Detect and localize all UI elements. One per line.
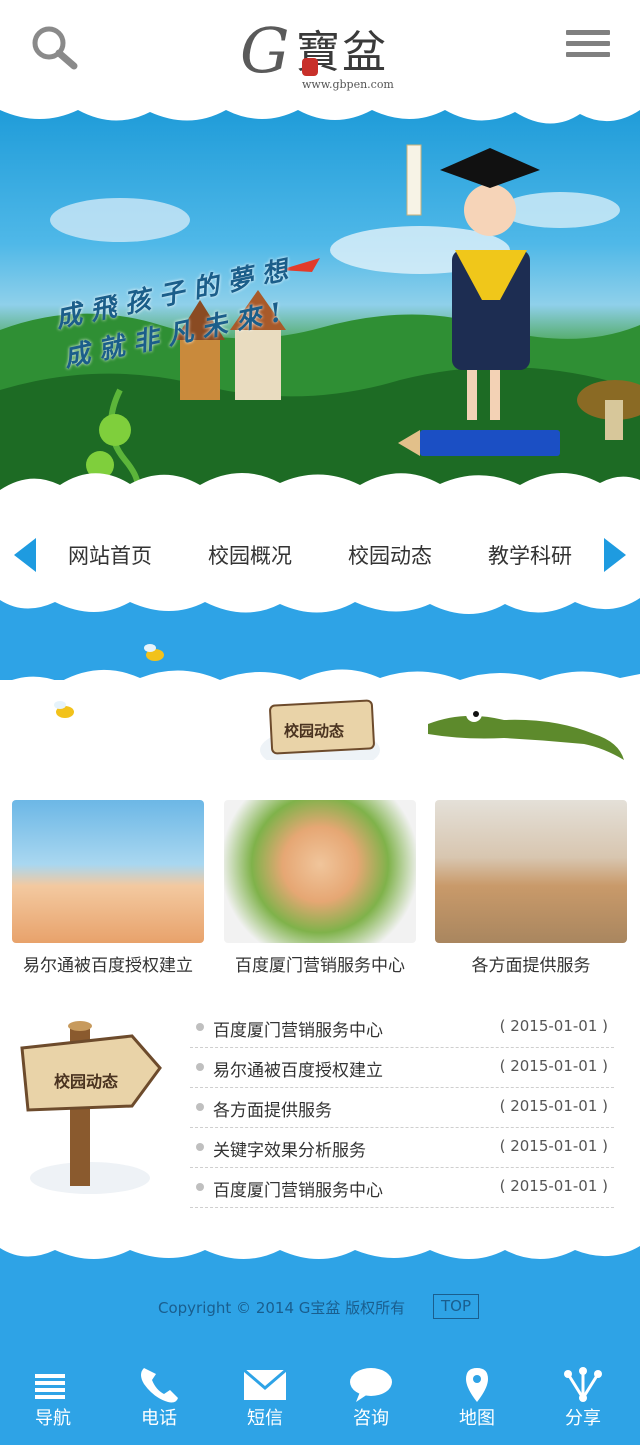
- search-icon: [32, 26, 78, 70]
- bullet-icon: [196, 1183, 204, 1191]
- bottom-item-label: 咨询: [353, 1408, 389, 1429]
- bullet-icon: [196, 1103, 204, 1111]
- bottom-item-share[interactable]: 分享: [530, 1360, 636, 1445]
- news-title: 百度厦门营销服务中心: [213, 1021, 383, 1041]
- logo-url: www.gbpen.com: [302, 78, 394, 91]
- news-item[interactable]: 关键字效果分析服务 ( 2015-01-01 ): [190, 1128, 614, 1168]
- bullet-icon: [196, 1143, 204, 1151]
- crocodile-icon: [428, 706, 624, 760]
- bullet-icon: [196, 1023, 204, 1031]
- news-item[interactable]: 百度厦门营销服务中心 ( 2015-01-01 ): [190, 1008, 614, 1048]
- nav-item-home[interactable]: 网站首页: [68, 540, 152, 570]
- nav-next-arrow-icon[interactable]: [604, 538, 626, 572]
- photo-card[interactable]: 百度厦门营销服务中心: [224, 800, 416, 976]
- section-sign-label: 校园动态: [284, 722, 345, 740]
- card-photo: [12, 800, 204, 943]
- photo-card[interactable]: 各方面提供服务: [435, 800, 627, 976]
- bee-icon: [54, 701, 74, 718]
- card-caption: 百度厦门营销服务中心: [235, 956, 405, 976]
- signpost-icon: [20, 1021, 162, 1194]
- news-date: ( 2015-01-01 ): [499, 1137, 608, 1155]
- nav-item-overview[interactable]: 校园概况: [208, 540, 292, 570]
- bottom-item-phone[interactable]: 电话: [106, 1360, 212, 1445]
- news-date: ( 2015-01-01 ): [499, 1177, 608, 1195]
- map-pin-icon: [466, 1368, 488, 1402]
- news-item[interactable]: 易尔通被百度授权建立 ( 2015-01-01 ): [190, 1048, 614, 1088]
- news-list: 百度厦门营销服务中心 ( 2015-01-01 ) 易尔通被百度授权建立 ( 2…: [190, 1008, 614, 1208]
- back-to-top-button[interactable]: TOP: [433, 1294, 479, 1319]
- bottom-item-sms[interactable]: 短信: [212, 1360, 318, 1445]
- bottom-item-label: 地图: [459, 1408, 495, 1429]
- bottom-item-label: 分享: [565, 1408, 601, 1429]
- section-sign: 校园动态: [268, 699, 378, 768]
- card-photo: [435, 800, 627, 943]
- logo-seal-icon: [302, 58, 318, 76]
- phone-icon: [141, 1368, 178, 1403]
- hamburger-icon: [566, 30, 610, 35]
- nav-item-research[interactable]: 教学科研: [488, 540, 572, 570]
- bullet-icon: [196, 1063, 204, 1071]
- logo-mark: G: [240, 14, 290, 87]
- bottom-item-label: 电话: [141, 1408, 177, 1429]
- bottom-item-label: 导航: [35, 1408, 71, 1429]
- bottom-item-map[interactable]: 地图: [424, 1360, 530, 1445]
- mail-icon: [243, 1368, 287, 1400]
- search-button[interactable]: [28, 22, 80, 74]
- header: G 寶盆 www.gbpen.com: [0, 0, 640, 100]
- news-item[interactable]: 百度厦门营销服务中心 ( 2015-01-01 ): [190, 1168, 614, 1208]
- news-item[interactable]: 各方面提供服务 ( 2015-01-01 ): [190, 1088, 614, 1128]
- bottom-toolbar: 导航 电话 短信 咨询 地图 分享: [0, 1360, 640, 1445]
- card-caption: 各方面提供服务: [471, 956, 591, 976]
- chat-icon: [350, 1368, 392, 1402]
- news-title: 易尔通被百度授权建立: [213, 1061, 383, 1081]
- photo-cards: 易尔通被百度授权建立 百度厦门营销服务中心 各方面提供服务: [12, 800, 628, 980]
- news-title: 百度厦门营销服务中心: [213, 1181, 383, 1201]
- bottom-item-nav[interactable]: 导航: [0, 1360, 106, 1445]
- bottom-item-chat[interactable]: 咨询: [318, 1360, 424, 1445]
- footer-cloud: [0, 1240, 640, 1259]
- news-title: 各方面提供服务: [213, 1101, 332, 1121]
- list-icon: [35, 1374, 65, 1399]
- news-date: ( 2015-01-01 ): [499, 1057, 608, 1075]
- bottom-item-label: 短信: [247, 1408, 283, 1429]
- main-nav: 网站首页 校园概况 校园动态 教学科研: [40, 540, 600, 570]
- nav-prev-arrow-icon[interactable]: [14, 538, 36, 572]
- news-sign-label: 校园动态: [54, 1072, 119, 1091]
- share-icon: [564, 1367, 602, 1402]
- hero-banner: 成 飛 孩 子 的 夢 想 成 就 非 凡 未 來 !: [0, 100, 640, 510]
- card-photo: [224, 800, 416, 943]
- card-caption: 易尔通被百度授权建立: [23, 956, 193, 976]
- menu-button[interactable]: [566, 30, 610, 62]
- bee-icon: [144, 644, 164, 661]
- photo-card[interactable]: 易尔通被百度授权建立: [12, 800, 204, 976]
- news-sign: 校园动态: [20, 1018, 170, 1198]
- site-logo[interactable]: G 寶盆 www.gbpen.com: [240, 14, 410, 94]
- news-date: ( 2015-01-01 ): [499, 1097, 608, 1115]
- news-date: ( 2015-01-01 ): [499, 1017, 608, 1035]
- copyright-text: Copyright © 2014 G宝盆 版权所有: [158, 1299, 406, 1317]
- news-title: 关键字效果分析服务: [213, 1141, 366, 1161]
- nav-item-news[interactable]: 校园动态: [348, 540, 432, 570]
